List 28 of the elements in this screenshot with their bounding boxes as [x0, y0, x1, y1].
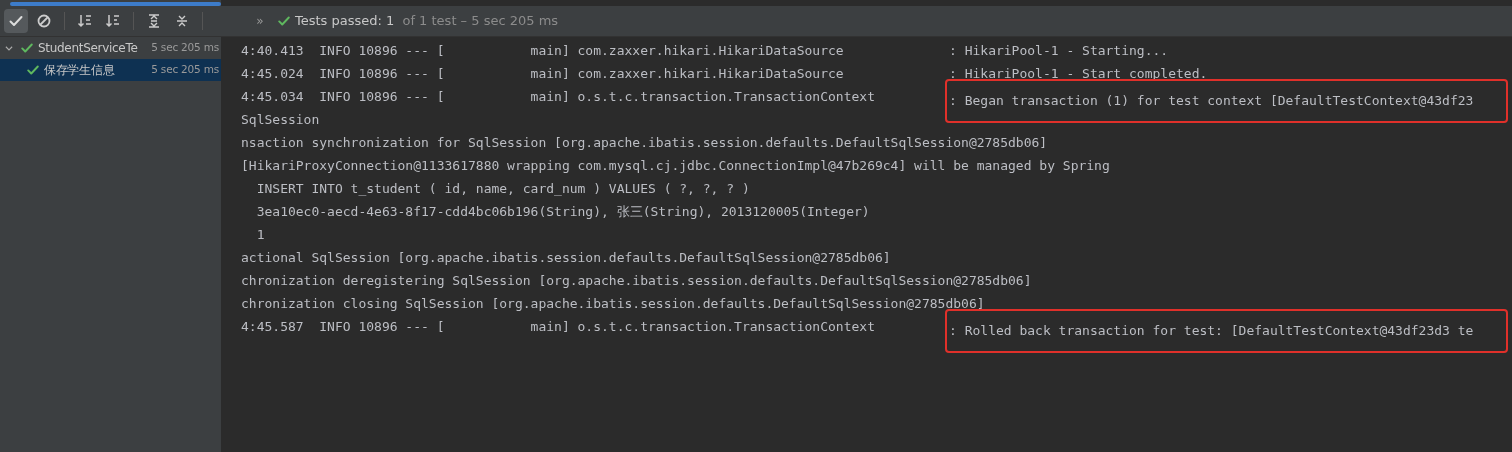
status-text: Tests passed: 1 [295, 12, 395, 31]
expand-all-icon [146, 13, 162, 29]
tree-item[interactable]: StudentServiceTe 5 sec 205 ms [0, 37, 221, 59]
tree-item[interactable]: 保存学生信息 5 sec 205 ms [0, 59, 221, 81]
log-message: : Began transaction (1) for test context [DefaultTestContext@43df23 [945, 79, 1508, 123]
log-line: SqlSession [241, 110, 320, 129]
log-line: actional SqlSession [org.apache.ibatis.session.defaults.DefaultSqlSession@2785db06] [241, 248, 891, 267]
check-icon [8, 13, 24, 29]
log-prefix: 4:45.034 INFO 10896 --- [ main] o.s.t.c.transaction.TransactionContext [241, 87, 876, 106]
log-line: 1 [255, 225, 265, 244]
more-button[interactable]: » [251, 12, 269, 30]
status-detail: of 1 test – 5 sec 205 ms [401, 12, 559, 31]
toolbar-button[interactable] [4, 9, 28, 33]
log-message: : Rolled back transaction for test: [DefaultTestContext@43df23d3 te [945, 309, 1508, 353]
log-line: [HikariProxyConnection@1133617880 wrapping com.mysql.cj.jdbc.ConnectionImpl@47b269c4] will be managed by Spring [241, 156, 1110, 175]
block-icon [36, 13, 52, 29]
collapse-all-icon [174, 13, 190, 29]
check-icon [277, 14, 291, 28]
log-line: chronization deregistering SqlSession [org.apache.ibatis.session.defaults.DefaultSqlSession@2785db06] [241, 271, 1032, 290]
sort-icon [105, 13, 121, 29]
log-line: 3ea10ec0-aecd-4e63-8f17-cdd4bc06b196(String), 张三(String), 2013120005(Integer) [255, 202, 870, 221]
log-line: nsaction synchronization for SqlSession [org.apache.ibatis.session.defaults.DefaultSqlSession@2785db06] [241, 133, 1048, 152]
log-message: : HikariPool-1 - Starting... [948, 41, 1170, 60]
sort-icon [77, 13, 93, 29]
log-prefix: 4:40.413 INFO 10896 --- [ main] com.zaxxer.hikari.HikariDataSource [241, 41, 845, 60]
log-prefix: 4:45.024 INFO 10896 --- [ main] com.zaxxer.hikari.HikariDataSource [241, 64, 845, 83]
log-line: INSERT INTO t_student ( id, name, card_num ) VALUES ( ?, ?, ? ) [255, 179, 750, 198]
log-prefix: 4:45.587 INFO 10896 --- [ main] o.s.t.c.transaction.TransactionContext [241, 317, 876, 336]
